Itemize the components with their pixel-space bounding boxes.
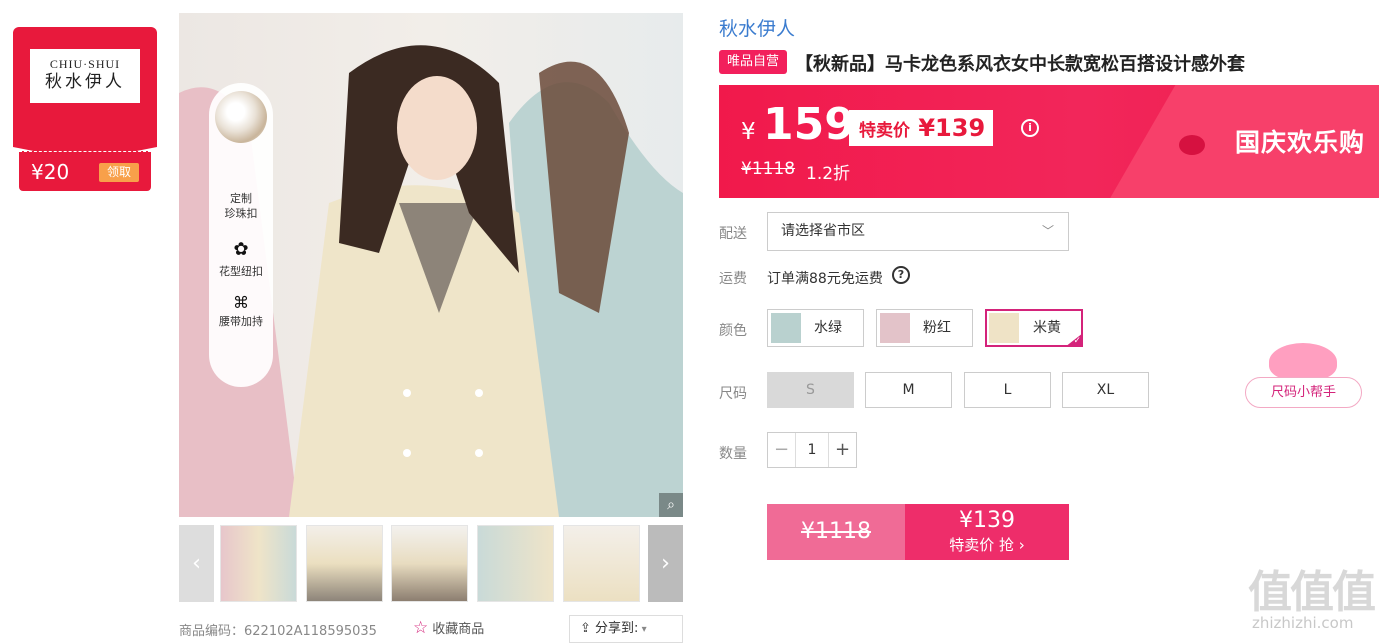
region-select[interactable]: 请选择省市区 ﹀ — [767, 212, 1069, 251]
decrement-button[interactable]: − — [768, 433, 796, 467]
brand-link[interactable]: 秋水伊人 — [719, 14, 795, 41]
banner-tag-hole — [1179, 135, 1205, 155]
check-icon: ✓ — [1073, 336, 1081, 346]
region-select-value: 请选择省市区 — [781, 223, 865, 239]
brand-card[interactable]: CHIU·SHUI 秋水伊人 — [13, 27, 157, 161]
color-swatch — [880, 313, 910, 343]
help-icon[interactable]: ? — [892, 266, 910, 284]
star-icon: ☆ — [413, 618, 429, 638]
collect-button[interactable]: ☆ 收藏商品 — [413, 618, 484, 638]
watermark-url: zhizhizhi.com — [1252, 614, 1354, 632]
zoom-icon[interactable]: ⌕ — [659, 493, 683, 517]
thumb-prev-button[interactable]: ‹ — [179, 525, 214, 602]
coupon: ¥20 领取 — [19, 151, 151, 191]
product-title: 【秋新品】马卡龙色系风衣女中长款宽松百搭设计感外套 — [795, 54, 1245, 75]
feature-pill: 定制 珍珠扣 ✿ 花型纽扣 ⌘ 腰带加持 — [209, 83, 273, 387]
promo-banner-text: 国庆欢乐购 — [1235, 128, 1366, 157]
brand-logo: CHIU·SHUI 秋水伊人 — [30, 49, 140, 103]
size-option-xl[interactable]: XL — [1062, 372, 1149, 408]
chevron-down-icon: ﹀ — [1041, 224, 1054, 238]
color-name: 米黄 — [1033, 320, 1061, 336]
size-helper-button[interactable]: 尺码小帮手 — [1245, 377, 1362, 408]
increment-button[interactable]: + — [828, 433, 856, 467]
quantity-stepper: − 1 + — [767, 432, 857, 468]
size-label: 尺码 — [719, 386, 747, 402]
claim-coupon-button[interactable]: 领取 — [99, 163, 139, 182]
special-price-label: 特卖价 — [859, 121, 910, 141]
thumbnail[interactable] — [306, 525, 383, 602]
shipping-text: 订单满88元免运费 — [767, 271, 883, 287]
color-option[interactable]: 粉红 — [876, 309, 973, 347]
brand-logo-en: CHIU·SHUI — [49, 57, 121, 71]
price-banner: ¥ 159 特卖价 ¥139 i ¥1118 1.2折 国庆欢乐购 — [719, 85, 1379, 198]
share-icon: ⇪ — [580, 621, 596, 636]
original-price-button[interactable]: ¥1118 — [767, 504, 905, 560]
feature-label-belt: 腰带加持 — [219, 315, 263, 328]
shipping-label: 运费 — [719, 271, 747, 287]
mascot-icon — [1269, 343, 1337, 381]
size-option-m[interactable]: M — [865, 372, 952, 408]
thumb-next-button[interactable]: › — [648, 525, 683, 602]
share-label: 分享到: — [595, 621, 639, 636]
color-swatch — [989, 313, 1019, 343]
thumbnail[interactable] — [477, 525, 554, 602]
flower-button-icon: ✿ — [233, 239, 249, 260]
main-product-image[interactable]: 定制 珍珠扣 ✿ 花型纽扣 ⌘ 腰带加持 ⌕ — [179, 13, 683, 517]
color-label: 颜色 — [719, 323, 747, 339]
color-name: 水绿 — [814, 320, 842, 336]
buy-now-button[interactable]: ¥139 特卖价 抢 › — [905, 504, 1069, 560]
feature-label-flower: 花型纽扣 — [219, 265, 263, 278]
special-price-box: 特卖价 ¥139 — [849, 110, 994, 146]
discount-rate: 1.2折 — [806, 164, 851, 184]
coupon-amount: ¥20 — [31, 160, 70, 184]
chevron-down-icon: ▾ — [638, 624, 647, 635]
size-option-l[interactable]: L — [964, 372, 1051, 408]
delivery-label: 配送 — [719, 226, 747, 242]
vip-tag: 唯品自营 — [719, 50, 787, 74]
pearl-button-icon — [215, 91, 267, 143]
thumbnail[interactable] — [391, 525, 468, 602]
buy-action-label: 特卖价 抢 › — [949, 536, 1025, 554]
watermark-logo: 值值值 — [1248, 567, 1376, 618]
thumbnail[interactable] — [220, 525, 297, 602]
buy-price: ¥139 — [959, 508, 1015, 533]
special-price: ¥139 — [918, 114, 986, 142]
collect-label: 收藏商品 — [432, 622, 485, 637]
color-name: 粉红 — [923, 320, 951, 336]
color-swatch — [771, 313, 801, 343]
color-option[interactable]: 水绿 — [767, 309, 864, 347]
currency-symbol: ¥ — [741, 119, 756, 145]
bow-icon: ⌘ — [233, 293, 249, 312]
thumbnail[interactable] — [563, 525, 640, 602]
size-option-s[interactable]: S — [767, 372, 854, 408]
current-price: 159 — [763, 99, 855, 150]
brand-logo-cn: 秋水伊人 — [45, 72, 125, 92]
share-button[interactable]: ⇪ 分享到: ▾ — [569, 615, 683, 643]
info-icon[interactable]: i — [1021, 119, 1039, 137]
original-price: ¥1118 — [741, 159, 796, 179]
quantity-label: 数量 — [719, 446, 747, 462]
color-option-selected[interactable]: 米黄 ✓ — [985, 309, 1083, 347]
feature-label-pearl: 定制 珍珠扣 — [224, 192, 258, 220]
sku-code: 商品编码：622102A118595035 — [179, 624, 377, 639]
quantity-value[interactable]: 1 — [796, 433, 828, 467]
